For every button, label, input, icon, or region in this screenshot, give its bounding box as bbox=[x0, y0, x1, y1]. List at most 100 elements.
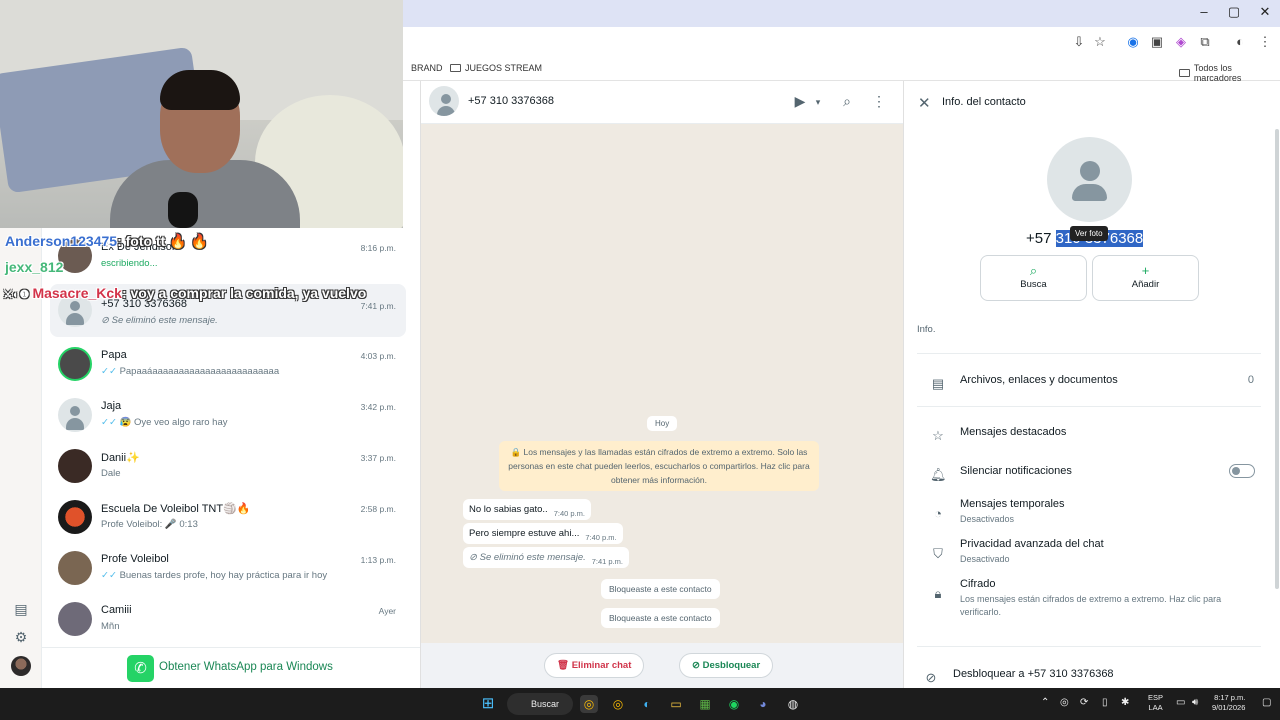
bookmark-label: JUEGOS STREAM bbox=[465, 63, 543, 73]
language-indicator[interactable]: ESP LAA bbox=[1148, 693, 1163, 713]
conversation-title[interactable]: +57 310 3376368 bbox=[468, 95, 554, 107]
extension-icon[interactable]: ◉ bbox=[1124, 34, 1142, 50]
media-icon[interactable]: ▤ bbox=[13, 601, 29, 617]
obs-icon[interactable]: ◍ bbox=[784, 695, 802, 713]
chat-item[interactable]: Escuela De Voleibol TNT🏐🔥 Profe Voleibol… bbox=[50, 491, 406, 542]
search-icon[interactable]: ⌕ bbox=[838, 93, 856, 110]
network-icon[interactable]: ▭ bbox=[1176, 697, 1185, 708]
install-app-icon[interactable]: ⇩ bbox=[1070, 34, 1088, 50]
tray-icon[interactable]: ◎ bbox=[1060, 697, 1069, 708]
stream-chat-user: Anderson123475 bbox=[5, 233, 118, 249]
chrome-icon[interactable]: ◎ bbox=[580, 695, 598, 713]
chat-preview-text: 😰 Oye veo algo raro hay bbox=[119, 417, 228, 428]
chrome-icon[interactable]: ◎ bbox=[609, 695, 627, 713]
add-contact-button[interactable]: + Añadir bbox=[1092, 255, 1199, 301]
profile-avatar[interactable]: ◐ bbox=[1231, 34, 1249, 49]
all-bookmarks[interactable]: Todos los marcadores bbox=[1179, 63, 1280, 83]
chat-preview: Dale bbox=[101, 468, 121, 479]
file-explorer-icon[interactable]: ▭ bbox=[667, 695, 685, 713]
message-time: 7:41 p.m. bbox=[591, 557, 624, 566]
windows-start-icon[interactable]: ⊞ bbox=[479, 695, 497, 713]
encryption-notice[interactable]: 🔒 Los mensajes y las llamadas están cifr… bbox=[499, 441, 819, 491]
row-label: Silenciar notificaciones bbox=[960, 465, 1072, 477]
mute-toggle[interactable] bbox=[1229, 464, 1255, 478]
chat-time: 4:03 p.m. bbox=[360, 351, 396, 361]
chat-avatar bbox=[58, 551, 92, 585]
chat-avatar bbox=[58, 500, 92, 534]
extension-icon[interactable]: ▣ bbox=[1148, 34, 1166, 50]
get-whatsapp-banner[interactable]: ✆ Obtener WhatsApp para Windows bbox=[42, 647, 420, 688]
delete-chat-button[interactable]: 🗑 Eliminar chat bbox=[544, 653, 645, 678]
edge-icon[interactable]: ◐ bbox=[638, 695, 656, 713]
contact-avatar[interactable] bbox=[429, 86, 459, 116]
close-window-icon[interactable]: ✕ bbox=[1250, 4, 1280, 20]
search-button[interactable]: ⌕ Busca bbox=[980, 255, 1087, 301]
badge-icons: ⚔◐❶ bbox=[3, 289, 33, 301]
discord-icon[interactable]: ◕ bbox=[754, 695, 772, 713]
keyboard-layout: LAA bbox=[1148, 703, 1163, 712]
row-label: Privacidad avanzada del chat bbox=[960, 538, 1104, 550]
chat-item[interactable]: Papa ✓✓ Papaaáaaaaaaaaaaaaaaaaaaaaaaaa 4… bbox=[50, 338, 406, 389]
unblock-button[interactable]: ⊘ Desbloquear bbox=[679, 653, 774, 678]
volume-icon[interactable]: 🔊︎ bbox=[1192, 697, 1198, 708]
bookmark-label: Todos los marcadores bbox=[1193, 63, 1242, 83]
bookmark-star-icon[interactable]: ☆ bbox=[1091, 34, 1109, 50]
get-whatsapp-link[interactable]: Obtener WhatsApp para Windows bbox=[159, 661, 333, 673]
date-pill: Hoy bbox=[647, 416, 678, 431]
chat-item[interactable]: Camiii Mñn Ayer bbox=[50, 593, 406, 644]
chevron-up-icon[interactable]: ⌃ bbox=[1041, 697, 1049, 708]
search-icon: ⌕ bbox=[1029, 263, 1038, 278]
bookmark-label: BRAND bbox=[411, 63, 443, 73]
message-time: 7:40 p.m. bbox=[585, 533, 617, 542]
chat-item[interactable]: Profe Voleibol ✓✓ Buenas tardes profe, h… bbox=[50, 542, 406, 593]
menu-dots-icon[interactable]: ⋮ bbox=[1256, 34, 1274, 50]
extension-icon[interactable]: ◈ bbox=[1172, 34, 1190, 50]
clock[interactable]: 8:17 p.m. 9/01/2026 bbox=[1212, 693, 1245, 713]
bell-icon: 🔔︎ bbox=[930, 467, 947, 482]
whatsapp-logo-icon: ✆ bbox=[127, 655, 154, 682]
minimize-icon[interactable]: – bbox=[1189, 4, 1219, 19]
chat-preview: ✓✓ Buenas tardes profe, hoy hay práctica… bbox=[101, 570, 328, 581]
divider bbox=[917, 406, 1261, 407]
puzzle-icon[interactable]: ⧉ bbox=[1196, 34, 1214, 50]
chevron-down-icon[interactable]: ▾ bbox=[809, 97, 827, 108]
message-text: Se eliminó este mensaje. bbox=[479, 552, 586, 563]
tray-icon[interactable]: ⟳ bbox=[1080, 697, 1088, 708]
bookmark-brand[interactable]: BRAND bbox=[411, 63, 443, 73]
conversation-header[interactable]: +57 310 3376368 ▶ ▾ ⌕ ⋮ bbox=[421, 81, 904, 124]
message-bubble[interactable]: Pero siempre estuve ahi... 7:40 p.m. bbox=[463, 523, 623, 544]
chat-avatar bbox=[58, 347, 92, 381]
contact-photo[interactable] bbox=[1047, 137, 1132, 222]
minecraft-icon[interactable]: ▦ bbox=[696, 695, 714, 713]
webcam-person-hair bbox=[160, 70, 240, 110]
scrollbar[interactable] bbox=[1275, 129, 1279, 589]
taskbar-search[interactable]: Buscar bbox=[507, 693, 573, 715]
close-icon[interactable]: ✕ bbox=[918, 94, 931, 112]
message-bubble-deleted[interactable]: ⊘ Se eliminó este mensaje. 7:41 p.m. bbox=[463, 547, 630, 568]
notifications-icon[interactable]: ▢ bbox=[1262, 697, 1271, 708]
maximize-icon[interactable]: ▢ bbox=[1219, 4, 1249, 20]
bookmark-juegos-stream[interactable]: JUEGOS STREAM bbox=[450, 63, 542, 73]
files-icon: ▤ bbox=[931, 376, 945, 391]
tray-icon[interactable]: ▯ bbox=[1102, 697, 1108, 708]
chat-item[interactable]: Danii✨ Dale 3:37 p.m. bbox=[50, 440, 406, 491]
tray-icon[interactable]: ✱ bbox=[1121, 697, 1129, 708]
message-time: 7:40 p.m. bbox=[553, 509, 585, 518]
chat-name: Escuela De Voleibol TNT🏐🔥 bbox=[101, 503, 251, 515]
video-call-icon[interactable]: ▶ bbox=[791, 93, 809, 110]
chat-preview: ✓✓ Papaaáaaaaaaaaaaaaaaaaaaaaaaaa bbox=[101, 366, 280, 377]
profile-avatar[interactable] bbox=[11, 656, 31, 676]
divider bbox=[917, 353, 1261, 354]
menu-dots-icon[interactable]: ⋮ bbox=[870, 93, 888, 110]
chat-item[interactable]: Jaja ✓✓ 😰 Oye veo algo raro hay 3:42 p.m… bbox=[50, 389, 406, 440]
spotify-icon[interactable]: ◉ bbox=[725, 695, 743, 713]
clock-time: 8:17 p.m. bbox=[1214, 693, 1246, 702]
message-text: No lo sabias gato.. bbox=[469, 504, 548, 515]
message-bubble[interactable]: No lo sabias gato.. 7:40 p.m. bbox=[463, 499, 591, 520]
action-label: Añadir bbox=[1131, 279, 1160, 290]
contact-info-panel: ✕ Info. del contacto +57 310 3376368 Ver… bbox=[903, 81, 1280, 688]
screen: – ▢ ✕ ⇩ ☆ ◉ ▣ ◈ ⧉ ◐ ⋮ BRAND JUEGOS STREA… bbox=[0, 0, 1280, 720]
stream-chat-message: : voy a comprar la comida, ya vuelvo bbox=[121, 285, 367, 301]
settings-gear-icon[interactable]: ⚙ bbox=[13, 629, 29, 645]
shield-icon: ⛉ bbox=[933, 546, 943, 561]
